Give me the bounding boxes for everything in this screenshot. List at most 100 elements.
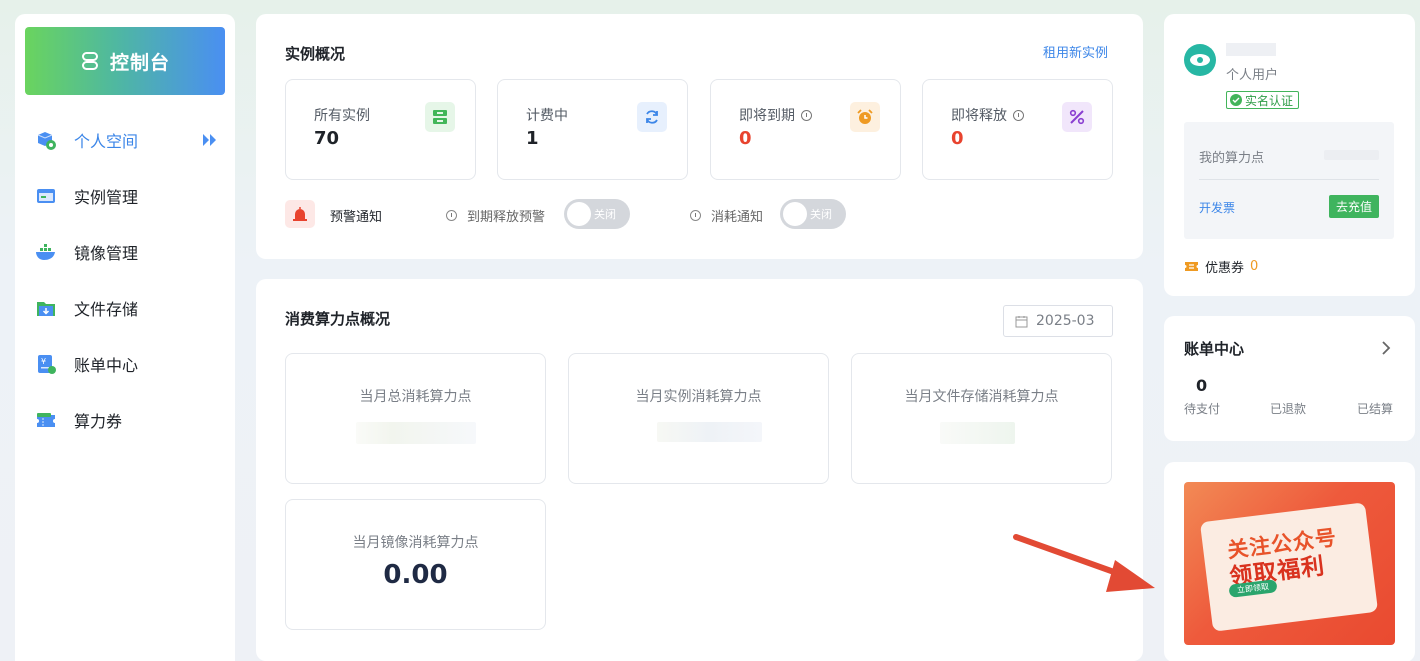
box-label: 当月镜像消耗算力点 xyxy=(352,535,479,551)
avatar[interactable] xyxy=(1184,44,1216,76)
sidebar-item-instances[interactable]: 实例管理 xyxy=(15,176,235,216)
month-picker[interactable]: 2025-03 xyxy=(1003,305,1113,337)
month-value: 2025-03 xyxy=(1036,313,1095,329)
docker-image-icon xyxy=(36,244,55,260)
toggle-state-label: 关闭 xyxy=(810,208,832,221)
points-label: 我的算力点 xyxy=(1199,151,1265,166)
sidebar-item-personal-space[interactable]: 个人空间 xyxy=(15,120,235,160)
consumption-overview-card: 消费算力点概况 2025-03 当月总消耗算力点 当月实例消耗算力点 当月文件存… xyxy=(256,279,1143,661)
recharge-button[interactable]: 去充值 xyxy=(1329,195,1379,218)
stat-all-instances[interactable]: 所有实例 70 xyxy=(285,79,476,180)
calendar-icon xyxy=(1015,315,1028,327)
box-value: 0.00 xyxy=(383,560,448,590)
bill-center-title: 账单中心 xyxy=(1184,340,1245,358)
sidebar-item-billing[interactable]: ¥ 账单中心 xyxy=(15,344,235,384)
bill-center-card[interactable]: 账单中心 0 待支付 已退款 已结算 xyxy=(1164,316,1415,441)
sidebar: 控制台 个人空间 实例管理 镜像管理 文件存储 ¥ 账单中心 算力券 xyxy=(15,14,235,661)
invoice-link[interactable]: 开发票 xyxy=(1199,199,1235,216)
double-caret-right-icon xyxy=(203,134,216,146)
sidebar-item-images[interactable]: 镜像管理 xyxy=(15,232,235,272)
stat-label: 计费中 xyxy=(526,108,568,124)
toggle-state-label: 关闭 xyxy=(594,208,616,221)
stat-value: 1 xyxy=(526,128,539,149)
consume-notice-label: 消耗通知 xyxy=(711,210,764,225)
stat-value: 70 xyxy=(314,128,340,149)
consume-notice-option: 消耗通知 xyxy=(690,206,763,225)
stat-value: 0 xyxy=(739,128,752,149)
bill-settled[interactable]: 已结算 xyxy=(1357,376,1417,417)
stat-billing[interactable]: 计费中 1 xyxy=(497,79,688,180)
redacted-username xyxy=(1226,43,1276,56)
total-consumption-box: 当月总消耗算力点 xyxy=(285,353,546,484)
stat-value: 0 xyxy=(951,128,964,149)
ticket-icon xyxy=(37,413,55,427)
consumption-title: 消费算力点概况 xyxy=(285,310,391,328)
eye-avatar-icon xyxy=(1190,54,1210,66)
alarm-clock-icon xyxy=(850,102,880,132)
stat-expiring[interactable]: 即将到期 0 xyxy=(710,79,901,180)
toggle-knob xyxy=(567,202,591,226)
bill-value: 0 xyxy=(1196,376,1208,395)
svg-text:¥: ¥ xyxy=(41,357,46,366)
verified-label: 实名认证 xyxy=(1245,93,1294,108)
user-profile-card: 个人用户 实名认证 我的算力点 开发票 去充值 优惠券 0 xyxy=(1164,14,1415,296)
box-label: 当月文件存储消耗算力点 xyxy=(904,389,1059,405)
info-icon[interactable] xyxy=(446,210,457,221)
bill-label: 已退款 xyxy=(1270,402,1307,416)
instance-overview-card: 实例概况 租用新实例 所有实例 70 计费中 1 即将到期 0 即将释放 0 预… xyxy=(256,14,1143,259)
expire-release-option: 到期释放预警 xyxy=(446,206,545,225)
red-arrow-annotation xyxy=(1013,534,1155,592)
instance-icon xyxy=(37,189,55,203)
box-label: 当月总消耗算力点 xyxy=(359,389,472,405)
redacted-points xyxy=(1324,150,1379,160)
alarm-siren-icon xyxy=(285,200,315,228)
sidebar-item-compute-coupon[interactable]: 算力券 xyxy=(15,400,235,440)
divider xyxy=(1199,179,1379,180)
stat-label: 所有实例 xyxy=(314,108,370,124)
info-icon[interactable] xyxy=(801,109,812,121)
stat-releasing[interactable]: 即将释放 0 xyxy=(922,79,1113,180)
stat-label: 即将释放 xyxy=(951,108,1007,124)
coupon-label: 优惠券 xyxy=(1205,261,1245,276)
chevron-right-icon[interactable] xyxy=(1381,341,1391,355)
coupon-row[interactable]: 优惠券 0 xyxy=(1184,257,1258,276)
box-label: 当月实例消耗算力点 xyxy=(635,389,762,405)
console-icon xyxy=(81,52,98,70)
bill-label: 待支付 xyxy=(1184,402,1221,416)
person-space-icon xyxy=(37,132,56,150)
check-icon xyxy=(1230,94,1242,106)
bill-refunded[interactable]: 已退款 xyxy=(1270,376,1330,417)
storage-consumption-box: 当月文件存储消耗算力点 xyxy=(851,353,1112,484)
info-icon[interactable] xyxy=(690,210,701,221)
console-button[interactable]: 控制台 xyxy=(25,27,225,95)
bill-value xyxy=(1357,376,1417,398)
bill-icon: ¥ xyxy=(38,355,56,374)
refresh-icon xyxy=(637,102,667,132)
sidebar-item-label: 账单中心 xyxy=(74,356,139,375)
promo-card: 关注公众号 领取福利 立即领取 xyxy=(1164,462,1415,661)
coupon-count: 0 xyxy=(1250,259,1259,274)
stat-label-row: 即将释放 xyxy=(951,105,1024,125)
sidebar-item-label: 个人空间 xyxy=(74,132,139,151)
info-icon[interactable] xyxy=(1013,109,1024,121)
points-panel: 我的算力点 开发票 去充值 xyxy=(1184,122,1394,239)
redacted-value xyxy=(940,422,1015,444)
instance-consumption-box: 当月实例消耗算力点 xyxy=(568,353,829,484)
stat-label-row: 即将到期 xyxy=(739,105,812,125)
sidebar-item-label: 镜像管理 xyxy=(74,244,139,263)
follow-account-banner[interactable]: 关注公众号 领取福利 立即领取 xyxy=(1184,482,1395,645)
verified-badge: 实名认证 xyxy=(1226,91,1300,109)
sidebar-item-file-storage[interactable]: 文件存储 xyxy=(15,288,235,328)
bill-pending[interactable]: 0 待支付 xyxy=(1184,376,1244,417)
stat-label: 即将到期 xyxy=(739,108,795,124)
expire-release-label: 到期释放预警 xyxy=(467,210,546,225)
release-icon xyxy=(1062,102,1092,132)
consume-notice-toggle[interactable]: 关闭 xyxy=(780,199,846,229)
sidebar-item-label: 文件存储 xyxy=(74,300,139,319)
warning-notice-label: 预警通知 xyxy=(330,210,383,225)
rent-new-instance-link[interactable]: 租用新实例 xyxy=(1043,42,1108,61)
expire-release-toggle[interactable]: 关闭 xyxy=(564,199,630,229)
image-consumption-box: 当月镜像消耗算力点 0.00 xyxy=(285,499,546,630)
server-icon xyxy=(425,102,455,132)
sidebar-item-label: 算力券 xyxy=(74,412,123,431)
